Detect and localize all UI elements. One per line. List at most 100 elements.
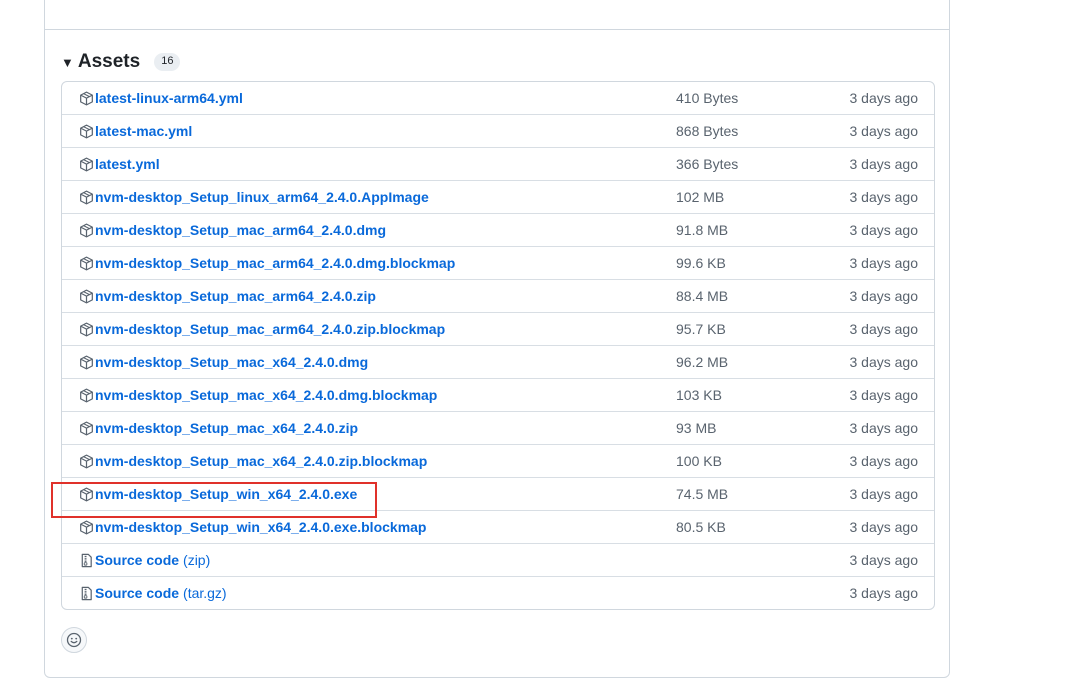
asset-row: nvm-desktop_Setup_mac_arm64_2.4.0.dmg 91… bbox=[62, 213, 934, 246]
asset-name-group: nvm-desktop_Setup_mac_arm64_2.4.0.dmg bbox=[78, 222, 386, 238]
asset-row: nvm-desktop_Setup_mac_arm64_2.4.0.zip.bl… bbox=[62, 312, 934, 345]
assets-list: latest-linux-arm64.yml 410 Bytes 3 days … bbox=[61, 81, 935, 610]
asset-name-group: nvm-desktop_Setup_mac_x64_2.4.0.dmg bbox=[78, 354, 368, 370]
asset-size: 96.2 MB bbox=[676, 354, 729, 370]
asset-date: 3 days ago bbox=[849, 90, 919, 106]
asset-date: 3 days ago bbox=[849, 288, 919, 304]
asset-download-link[interactable]: nvm-desktop_Setup_mac_arm64_2.4.0.zip bbox=[95, 288, 376, 304]
asset-download-link[interactable]: nvm-desktop_Setup_linux_arm64_2.4.0.AppI… bbox=[95, 189, 429, 205]
asset-size: 100 KB bbox=[676, 453, 722, 469]
asset-date: 3 days ago bbox=[849, 585, 919, 601]
package-icon bbox=[78, 519, 94, 535]
asset-size: 99.6 KB bbox=[676, 255, 726, 271]
asset-date: 3 days ago bbox=[849, 387, 919, 403]
asset-row: nvm-desktop_Setup_mac_x64_2.4.0.dmg.bloc… bbox=[62, 378, 934, 411]
asset-date: 3 days ago bbox=[849, 189, 919, 205]
asset-row: nvm-desktop_Setup_mac_x64_2.4.0.zip 93 M… bbox=[62, 411, 934, 444]
package-icon bbox=[78, 222, 94, 238]
caret-down-icon[interactable]: ▼ bbox=[61, 56, 74, 69]
add-reaction-button[interactable] bbox=[61, 627, 87, 653]
package-icon bbox=[78, 189, 94, 205]
asset-row: nvm-desktop_Setup_mac_x64_2.4.0.dmg 96.2… bbox=[62, 345, 934, 378]
asset-name-group: nvm-desktop_Setup_mac_arm64_2.4.0.zip.bl… bbox=[78, 321, 445, 337]
asset-name-group: latest.yml bbox=[78, 156, 160, 172]
asset-download-link[interactable]: nvm-desktop_Setup_mac_x64_2.4.0.dmg.bloc… bbox=[95, 387, 437, 403]
assets-title[interactable]: Assets bbox=[78, 51, 140, 73]
asset-name-group: nvm-desktop_Setup_mac_x64_2.4.0.dmg.bloc… bbox=[78, 387, 437, 403]
asset-download-link[interactable]: latest-mac.yml bbox=[95, 123, 192, 139]
asset-download-link[interactable]: Source code bbox=[95, 585, 179, 601]
assets-count-badge: 16 bbox=[154, 53, 181, 71]
asset-date: 3 days ago bbox=[849, 123, 919, 139]
asset-download-link[interactable]: nvm-desktop_Setup_mac_arm64_2.4.0.zip.bl… bbox=[95, 321, 445, 337]
asset-date: 3 days ago bbox=[849, 453, 919, 469]
asset-row: latest-mac.yml 868 Bytes 3 days ago bbox=[62, 114, 934, 147]
asset-size: 95.7 KB bbox=[676, 321, 726, 337]
asset-name-group: latest-linux-arm64.yml bbox=[78, 90, 243, 106]
asset-date: 3 days ago bbox=[849, 321, 919, 337]
asset-date: 3 days ago bbox=[849, 255, 919, 271]
package-icon bbox=[78, 156, 94, 172]
asset-date: 3 days ago bbox=[849, 354, 919, 370]
section-divider bbox=[45, 29, 949, 30]
release-card: ▼ Assets 16 latest-linux-arm64.yml 410 B… bbox=[44, 0, 950, 678]
asset-size: 410 Bytes bbox=[676, 90, 739, 106]
asset-name-group: Source code (zip) bbox=[78, 552, 210, 568]
asset-download-link[interactable]: nvm-desktop_Setup_mac_arm64_2.4.0.dmg bbox=[95, 222, 386, 238]
package-icon bbox=[78, 420, 94, 436]
asset-size: 103 KB bbox=[676, 387, 722, 403]
asset-size: 93 MB bbox=[676, 420, 717, 436]
asset-row: nvm-desktop_Setup_linux_arm64_2.4.0.AppI… bbox=[62, 180, 934, 213]
asset-name-group: nvm-desktop_Setup_win_x64_2.4.0.exe.bloc… bbox=[78, 519, 426, 535]
asset-name-group: nvm-desktop_Setup_linux_arm64_2.4.0.AppI… bbox=[78, 189, 429, 205]
asset-row: latest-linux-arm64.yml 410 Bytes 3 days … bbox=[62, 82, 934, 114]
asset-row: latest.yml 366 Bytes 3 days ago bbox=[62, 147, 934, 180]
asset-row: nvm-desktop_Setup_mac_x64_2.4.0.zip.bloc… bbox=[62, 444, 934, 477]
package-icon bbox=[78, 288, 94, 304]
package-icon bbox=[78, 387, 94, 403]
asset-download-link[interactable]: nvm-desktop_Setup_win_x64_2.4.0.exe bbox=[95, 486, 357, 502]
asset-name-group: nvm-desktop_Setup_mac_arm64_2.4.0.dmg.bl… bbox=[78, 255, 455, 271]
package-icon bbox=[78, 354, 94, 370]
asset-row: nvm-desktop_Setup_mac_arm64_2.4.0.zip 88… bbox=[62, 279, 934, 312]
asset-date: 3 days ago bbox=[849, 420, 919, 436]
package-icon bbox=[78, 123, 94, 139]
asset-row: nvm-desktop_Setup_mac_arm64_2.4.0.dmg.bl… bbox=[62, 246, 934, 279]
file-zip-icon bbox=[78, 552, 94, 568]
asset-download-link[interactable]: latest.yml bbox=[95, 156, 160, 172]
asset-name-group: nvm-desktop_Setup_mac_x64_2.4.0.zip.bloc… bbox=[78, 453, 427, 469]
asset-download-link[interactable]: nvm-desktop_Setup_mac_x64_2.4.0.dmg bbox=[95, 354, 368, 370]
asset-download-link[interactable]: latest-linux-arm64.yml bbox=[95, 90, 243, 106]
asset-size: 102 MB bbox=[676, 189, 725, 205]
asset-name-group: latest-mac.yml bbox=[78, 123, 192, 139]
package-icon bbox=[78, 486, 94, 502]
asset-size: 91.8 MB bbox=[676, 222, 729, 238]
asset-name-group: nvm-desktop_Setup_win_x64_2.4.0.exe bbox=[78, 486, 357, 502]
asset-row: nvm-desktop_Setup_win_x64_2.4.0.exe.bloc… bbox=[62, 510, 934, 543]
asset-download-link[interactable]: nvm-desktop_Setup_win_x64_2.4.0.exe.bloc… bbox=[95, 519, 426, 535]
asset-size: 88.4 MB bbox=[676, 288, 729, 304]
asset-date: 3 days ago bbox=[849, 486, 919, 502]
asset-format-label[interactable]: (tar.gz) bbox=[183, 585, 227, 601]
asset-date: 3 days ago bbox=[849, 552, 919, 568]
asset-row: nvm-desktop_Setup_win_x64_2.4.0.exe 74.5… bbox=[62, 477, 934, 510]
asset-size: 74.5 MB bbox=[676, 486, 729, 502]
asset-download-link[interactable]: nvm-desktop_Setup_mac_x64_2.4.0.zip bbox=[95, 420, 358, 436]
asset-row: Source code (zip) 3 days ago bbox=[62, 543, 934, 576]
asset-size: 80.5 KB bbox=[676, 519, 726, 535]
package-icon bbox=[78, 255, 94, 271]
file-zip-icon bbox=[78, 585, 94, 601]
asset-download-link[interactable]: nvm-desktop_Setup_mac_arm64_2.4.0.dmg.bl… bbox=[95, 255, 455, 271]
package-icon bbox=[78, 321, 94, 337]
asset-name-group: nvm-desktop_Setup_mac_x64_2.4.0.zip bbox=[78, 420, 358, 436]
asset-date: 3 days ago bbox=[849, 156, 919, 172]
asset-format-label[interactable]: (zip) bbox=[183, 552, 210, 568]
assets-header[interactable]: ▼ Assets 16 bbox=[61, 51, 181, 73]
asset-size: 868 Bytes bbox=[676, 123, 739, 139]
asset-name-group: Source code (tar.gz) bbox=[78, 585, 227, 601]
asset-download-link[interactable]: nvm-desktop_Setup_mac_x64_2.4.0.zip.bloc… bbox=[95, 453, 427, 469]
asset-download-link[interactable]: Source code bbox=[95, 552, 179, 568]
asset-size: 366 Bytes bbox=[676, 156, 739, 172]
asset-date: 3 days ago bbox=[849, 222, 919, 238]
asset-name-group: nvm-desktop_Setup_mac_arm64_2.4.0.zip bbox=[78, 288, 376, 304]
